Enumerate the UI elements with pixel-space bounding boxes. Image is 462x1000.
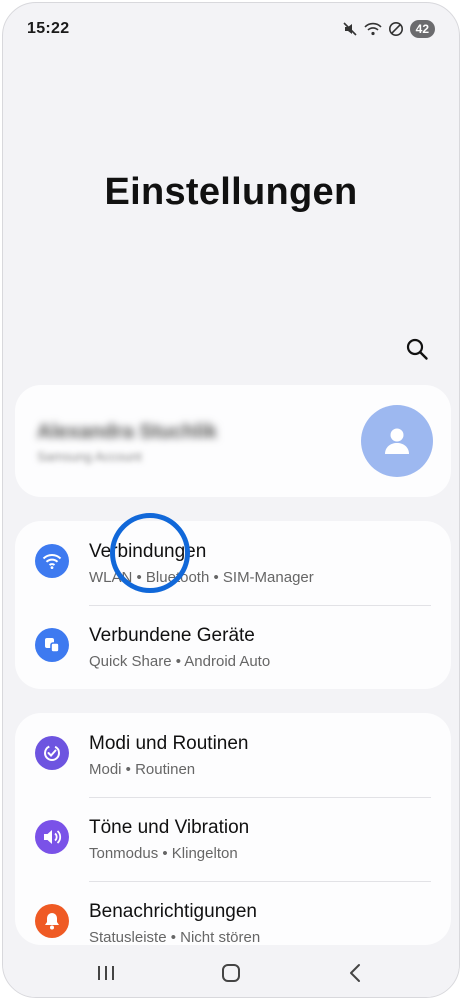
- status-icons: 42: [342, 20, 435, 38]
- mute-icon: [342, 21, 358, 37]
- avatar[interactable]: [361, 405, 433, 477]
- home-button[interactable]: [211, 953, 251, 993]
- profile-subtitle: Samsung Account: [37, 449, 142, 464]
- settings-item-title: Töne und Vibration: [89, 817, 250, 838]
- modes-routines-icon: [35, 736, 69, 770]
- settings-group-connections: Verbindungen WLAN • Bluetooth • SIM-Mana…: [15, 521, 451, 689]
- profile-name: Alexandra Stuchlik: [37, 421, 218, 443]
- sound-icon: [35, 820, 69, 854]
- settings-item-title: Modi und Routinen: [89, 733, 249, 754]
- battery-icon: 42: [409, 20, 435, 38]
- search-button[interactable]: [401, 333, 433, 365]
- person-icon: [385, 428, 409, 454]
- home-icon: [221, 964, 240, 982]
- wifi-icon: [364, 21, 382, 37]
- status-bar: 15:22 42: [27, 17, 435, 41]
- connected-devices-icon: [35, 628, 69, 662]
- recent-apps-icon: [97, 966, 114, 980]
- recent-apps-button[interactable]: [86, 953, 126, 993]
- settings-group-system: Modi und Routinen Modi • Routinen Töne u…: [15, 713, 451, 946]
- status-time: 15:22: [27, 20, 70, 37]
- settings-item-subtitle: WLAN • Bluetooth • SIM-Manager: [89, 569, 314, 586]
- settings-item-modi-und-routinen[interactable]: Modi und Routinen Modi • Routinen: [15, 713, 451, 797]
- profile-card[interactable]: Alexandra Stuchlik Samsung Account: [15, 385, 451, 497]
- settings-item-title: Verbundene Geräte: [89, 625, 255, 646]
- search-icon: [406, 338, 428, 360]
- page-title: Einstellungen: [104, 171, 358, 213]
- bell-icon: [35, 904, 69, 938]
- settings-item-subtitle: Tonmodus • Klingelton: [89, 845, 238, 862]
- do-not-disturb-icon: [388, 21, 404, 37]
- back-icon: [350, 964, 361, 982]
- wifi-icon: [35, 544, 69, 578]
- settings-item-subtitle: Modi • Routinen: [89, 761, 196, 778]
- settings-item-verbindungen[interactable]: Verbindungen WLAN • Bluetooth • SIM-Mana…: [15, 521, 451, 605]
- settings-item-title: Benachrichtigungen: [89, 901, 257, 922]
- settings-item-verbundene-geraete[interactable]: Verbundene Geräte Quick Share • Android …: [15, 605, 451, 689]
- navigation-bar: [3, 947, 459, 997]
- settings-item-subtitle: Statusleiste • Nicht stören: [89, 929, 261, 946]
- settings-item-title: Verbindungen: [89, 541, 207, 562]
- phone-screen: 15:22 42 Einstellungen Alexandra Stuchli…: [2, 2, 460, 998]
- settings-item-subtitle: Quick Share • Android Auto: [89, 653, 271, 670]
- back-button[interactable]: [336, 953, 376, 993]
- settings-item-toene-und-vibration[interactable]: Töne und Vibration Tonmodus • Klingelton: [15, 797, 451, 881]
